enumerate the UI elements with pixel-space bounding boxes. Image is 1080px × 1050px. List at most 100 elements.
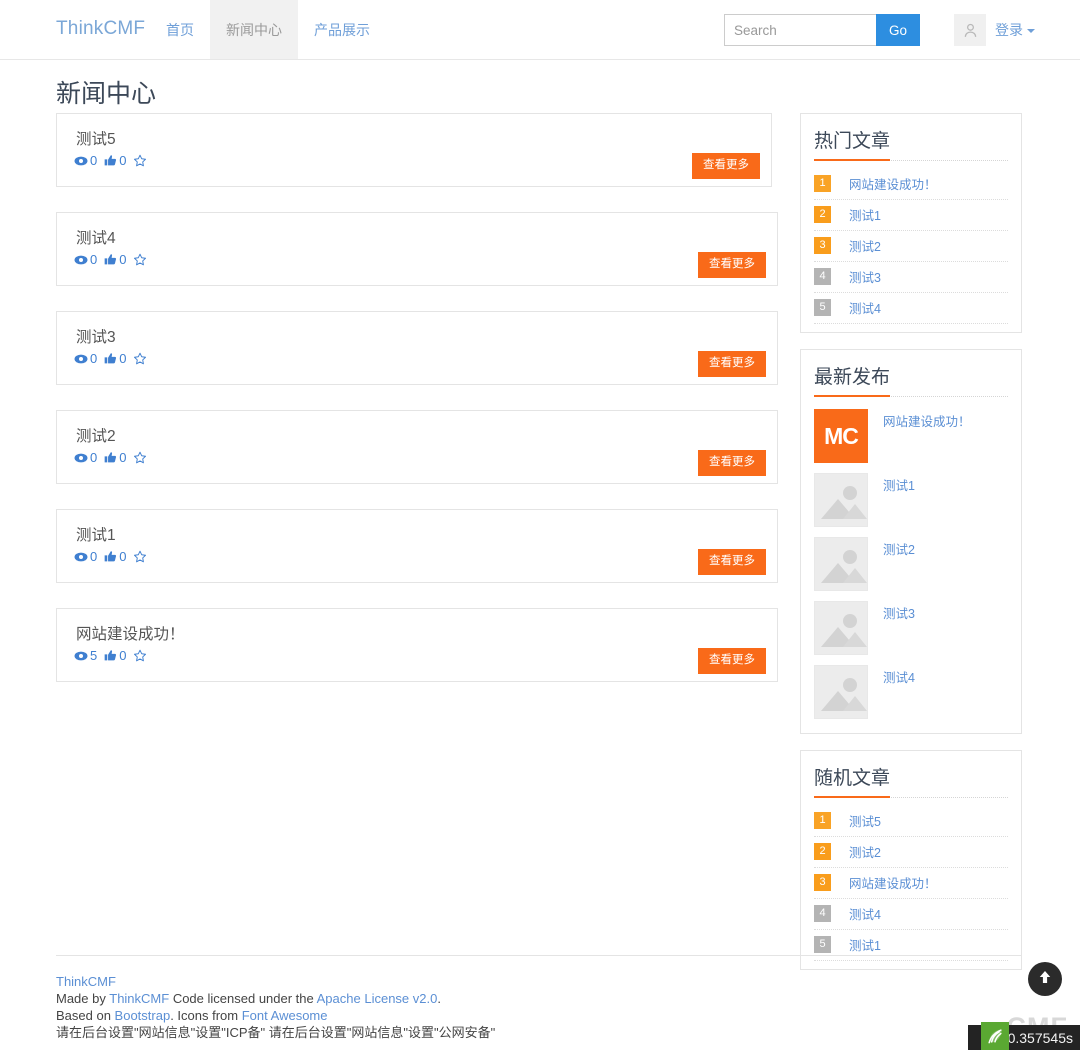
article-link[interactable]: 测试4	[883, 667, 915, 686]
article-stats: 0 0	[74, 351, 148, 366]
footer-text: . Icons from	[170, 1008, 242, 1023]
scroll-to-top-button[interactable]	[1028, 962, 1062, 996]
list-item[interactable]: 1 测试5	[814, 806, 1008, 837]
list-item[interactable]: 测试2	[814, 533, 1008, 597]
user-menu[interactable]: 登录	[954, 14, 1035, 46]
random-articles-panel: 随机文章 1 测试5 2 测试2 3 网站建设成功！ 4 测试4 5 测试1	[800, 750, 1022, 970]
footer-text: Made by	[56, 991, 110, 1006]
list-item[interactable]: 2 测试2	[814, 837, 1008, 868]
footer-text: Code licensed under the	[169, 991, 317, 1006]
footer-credits-line: Based on Bootstrap. Icons from Font Awes…	[56, 1007, 495, 1024]
nav-item-news[interactable]: 新闻中心	[210, 0, 298, 59]
placeholder-mountain-small-icon	[843, 696, 867, 711]
table-row[interactable]: 测试4 0 0 查看更多	[56, 212, 778, 286]
article-title[interactable]: 测试5	[76, 127, 116, 149]
login-link[interactable]: 登录	[995, 20, 1035, 40]
image-placeholder-icon[interactable]	[814, 473, 868, 527]
star-outline-icon	[133, 451, 147, 465]
image-placeholder-icon[interactable]	[814, 665, 868, 719]
article-link[interactable]: 测试1	[883, 475, 915, 494]
article-link[interactable]: 网站建设成功！	[883, 411, 971, 430]
article-link[interactable]: 测试3	[849, 267, 881, 286]
list-item[interactable]: 5 测试4	[814, 293, 1008, 324]
article-link[interactable]: 测试2	[849, 236, 881, 255]
eye-icon	[74, 254, 88, 266]
read-more-button[interactable]: 查看更多	[698, 351, 766, 377]
placeholder-mountain-small-icon	[843, 632, 867, 647]
read-more-button[interactable]: 查看更多	[698, 450, 766, 476]
eye-icon	[74, 353, 88, 365]
list-item[interactable]: 2 测试1	[814, 200, 1008, 231]
article-stats: 0 0	[74, 153, 148, 168]
nav-item-products[interactable]: 产品展示	[298, 0, 386, 59]
caret-down-icon	[1027, 29, 1035, 34]
article-link[interactable]: 测试4	[849, 904, 881, 923]
image-placeholder-icon[interactable]	[814, 601, 868, 655]
footer-bootstrap-link[interactable]: Bootstrap	[115, 1008, 171, 1023]
footer: ThinkCMF Made by ThinkCMF Code licensed …	[56, 973, 495, 1041]
list-item[interactable]: 测试4	[814, 661, 1008, 725]
list-item[interactable]: 测试3	[814, 597, 1008, 661]
list-item[interactable]: 3 测试2	[814, 231, 1008, 262]
article-title[interactable]: 测试4	[76, 226, 116, 248]
placeholder-sun-icon	[843, 614, 857, 628]
table-row[interactable]: 测试2 0 0 查看更多	[56, 410, 778, 484]
star-outline-icon	[133, 154, 147, 168]
list-item[interactable]: 4 测试4	[814, 899, 1008, 930]
article-title[interactable]: 测试2	[76, 424, 116, 446]
star-outline-icon	[133, 253, 147, 267]
view-count: 5	[90, 648, 98, 663]
read-more-button[interactable]: 查看更多	[698, 252, 766, 278]
table-row[interactable]: 测试1 0 0 查看更多	[56, 509, 778, 583]
read-more-button[interactable]: 查看更多	[698, 549, 766, 575]
footer-thinkcmf-link[interactable]: ThinkCMF	[109, 991, 169, 1006]
list-item[interactable]: 1 网站建设成功！	[814, 169, 1008, 200]
footer-icp-notice: 请在后台设置"网站信息"设置"ICP备" 请在后台设置"网站信息"设置"公网安备…	[56, 1025, 496, 1040]
read-more-button[interactable]: 查看更多	[698, 648, 766, 674]
search-input[interactable]	[723, 14, 876, 46]
article-link[interactable]: 测试4	[849, 298, 881, 317]
article-link[interactable]: 测试1	[849, 205, 881, 224]
article-link[interactable]: 网站建设成功！	[849, 174, 937, 193]
thinkphp-leaf-icon[interactable]	[981, 1022, 1009, 1050]
table-row[interactable]: 测试5 0 0 查看更多	[56, 113, 772, 187]
article-link[interactable]: 网站建设成功！	[849, 873, 937, 892]
footer-brand-link[interactable]: ThinkCMF	[56, 974, 116, 989]
article-link[interactable]: 测试5	[849, 811, 881, 830]
login-label: 登录	[995, 22, 1023, 38]
read-more-button[interactable]: 查看更多	[692, 153, 760, 179]
nav-item-home[interactable]: 首页	[150, 0, 210, 59]
article-link[interactable]: 测试1	[849, 935, 881, 954]
footer-font-awesome-link[interactable]: Font Awesome	[242, 1008, 328, 1023]
list-item[interactable]: MC 网站建设成功！	[814, 405, 1008, 469]
footer-divider	[56, 955, 1022, 956]
article-title[interactable]: 网站建设成功！	[76, 622, 185, 644]
mc-logo-thumbnail[interactable]: MC	[814, 409, 868, 463]
article-link[interactable]: 测试2	[849, 842, 881, 861]
article-stats: 0 0	[74, 252, 148, 267]
list-item[interactable]: 5 测试1	[814, 930, 1008, 961]
article-title[interactable]: 测试1	[76, 523, 116, 545]
eye-icon	[74, 551, 88, 563]
article-link[interactable]: 测试3	[883, 603, 915, 622]
list-item[interactable]: 4 测试3	[814, 262, 1008, 293]
eye-icon	[74, 155, 88, 167]
list-item[interactable]: 3 网站建设成功！	[814, 868, 1008, 899]
article-link[interactable]: 测试2	[883, 539, 915, 558]
table-row[interactable]: 网站建设成功！ 5 0 查看更多	[56, 608, 778, 682]
brand-logo[interactable]: ThinkCMF	[56, 18, 145, 40]
article-stats: 5 0	[74, 648, 148, 663]
view-count: 0	[90, 252, 98, 267]
article-title[interactable]: 测试3	[76, 325, 116, 347]
list-item[interactable]: 测试1	[814, 469, 1008, 533]
footer-apache-license-link[interactable]: Apache License v2.0	[317, 991, 438, 1006]
latest-articles-panel: 最新发布 MC 网站建设成功！ 测试1 测试2 测试3 测试4	[800, 349, 1022, 734]
image-placeholder-icon[interactable]	[814, 537, 868, 591]
table-row[interactable]: 测试3 0 0 查看更多	[56, 311, 778, 385]
like-count: 0	[119, 549, 127, 564]
eye-icon	[74, 452, 88, 464]
user-icon[interactable]	[954, 14, 986, 46]
rank-badge: 2	[814, 206, 831, 223]
article-stats: 0 0	[74, 549, 148, 564]
search-go-button[interactable]: Go	[875, 14, 920, 46]
